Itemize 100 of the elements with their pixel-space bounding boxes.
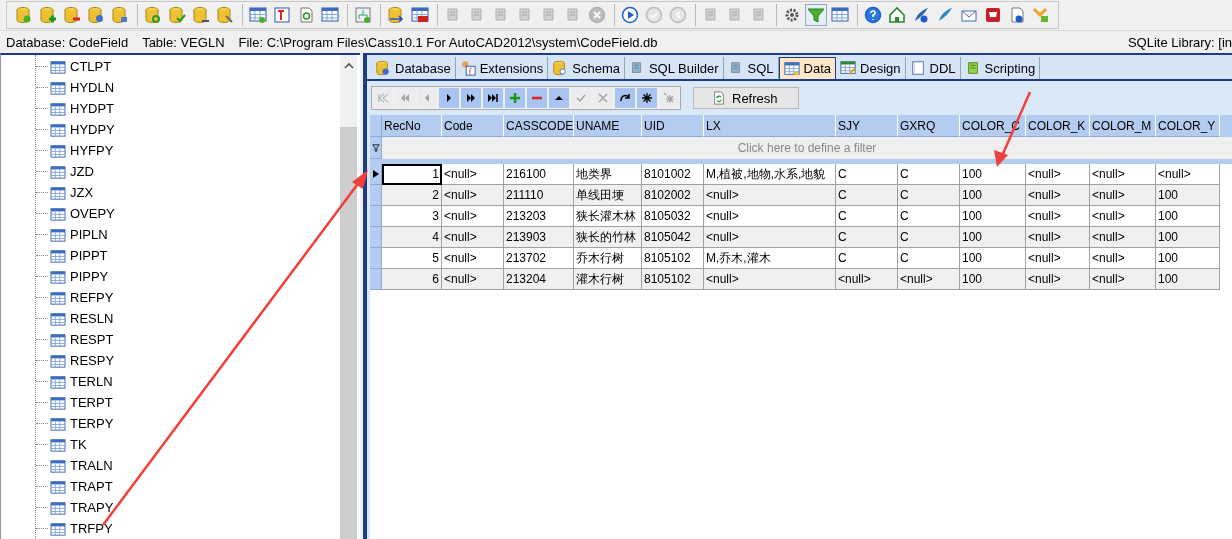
table-cell: 100	[960, 269, 1026, 290]
navigator-button[interactable]	[637, 88, 657, 108]
navigator-button[interactable]	[549, 88, 569, 108]
table-cell: <null>	[704, 185, 836, 206]
table-icon	[50, 332, 66, 347]
feather-icon	[936, 6, 954, 24]
table-cell: C	[898, 227, 960, 248]
table-icon	[411, 6, 429, 24]
tree-item[interactable]: PIPPT	[70, 248, 108, 263]
tab-icon	[459, 60, 476, 76]
table-icon	[50, 206, 66, 221]
tab[interactable]: DDL	[905, 57, 961, 79]
table-cell: 1	[382, 164, 442, 185]
table-cell: <null>	[442, 185, 504, 206]
toolbar-button[interactable]	[805, 4, 827, 26]
table-cell: <null>	[1090, 185, 1156, 206]
settings-icon	[783, 6, 801, 24]
tree-item[interactable]: TRALN	[70, 458, 113, 473]
table-cell: <null>	[1090, 269, 1156, 290]
tree-item[interactable]: RESLN	[70, 311, 114, 326]
tab-icon	[909, 60, 926, 76]
tree-item[interactable]: JZX	[70, 185, 94, 200]
tab-icon	[552, 60, 569, 76]
table-cell: <null>	[1026, 227, 1090, 248]
row-indicator[interactable]	[370, 164, 382, 185]
database-icon	[387, 6, 405, 24]
table-cell: <null>	[442, 269, 504, 290]
table-cell: C	[898, 185, 960, 206]
tab[interactable]: SQL Builder	[624, 57, 724, 79]
tab[interactable]: SQL	[723, 57, 779, 79]
tab[interactable]: Database	[371, 57, 456, 79]
navigator-button[interactable]	[615, 88, 635, 108]
toolbar-button[interactable]	[190, 4, 212, 26]
tab[interactable]: Design	[836, 57, 906, 79]
table-icon	[50, 122, 66, 137]
tree-item[interactable]: PIPPY	[70, 269, 109, 284]
table-icon	[50, 458, 66, 473]
navigator-button[interactable]	[461, 88, 481, 108]
tab[interactable]: Data	[778, 57, 837, 79]
first-icon	[377, 92, 389, 104]
filter-icon	[371, 142, 380, 153]
table-icon	[831, 6, 849, 24]
redo-icon	[619, 92, 631, 104]
table-cell: C	[836, 185, 898, 206]
table-cell: <null>	[704, 227, 836, 248]
tree-item[interactable]: JZD	[70, 164, 94, 179]
cancel-icon	[597, 92, 609, 104]
tab[interactable]: Extensions	[455, 57, 549, 79]
refresh-button[interactable]: Refresh	[693, 87, 799, 109]
tab[interactable]: Schema	[548, 57, 625, 79]
tree-item[interactable]: HYDLN	[70, 80, 115, 95]
tree-item[interactable]: TERLN	[70, 374, 113, 389]
table-icon	[50, 59, 66, 74]
tree-item[interactable]: TRAPY	[70, 500, 114, 515]
tree-item[interactable]: HYDPT	[70, 101, 115, 116]
tree-item[interactable]: RESPY	[70, 353, 115, 368]
navigator-button[interactable]	[439, 88, 459, 108]
table-icon	[50, 521, 66, 536]
table-cell: 6	[382, 269, 442, 290]
help-icon	[864, 6, 882, 24]
tree-item[interactable]: RESPT	[70, 332, 114, 347]
navigator-button[interactable]	[483, 88, 503, 108]
toolbar-button[interactable]	[37, 4, 59, 26]
tree-item[interactable]: PIPLN	[70, 227, 108, 242]
back-icon	[669, 6, 687, 24]
tree-item[interactable]: TRAPT	[70, 479, 113, 494]
toolbar-button[interactable]	[166, 4, 188, 26]
tree-item[interactable]: CTLPT	[70, 59, 112, 74]
toolbar-button[interactable]	[61, 4, 83, 26]
tree-item[interactable]: TERPY	[70, 416, 114, 431]
last-icon	[487, 92, 499, 104]
toolbar-button[interactable]	[619, 4, 641, 26]
toolbar-button[interactable]	[247, 4, 269, 26]
table-cell: 灌木行树	[574, 269, 642, 290]
table-icon	[50, 374, 66, 389]
table-icon	[50, 437, 66, 452]
home-icon	[888, 6, 906, 24]
table-cell: C	[836, 227, 898, 248]
tree-item[interactable]: TRFPY	[70, 521, 113, 536]
toolbar-button[interactable]	[271, 4, 293, 26]
table-cell: <null>	[836, 269, 898, 290]
tree-item[interactable]: REFPY	[70, 290, 114, 305]
tree-icon	[354, 6, 372, 24]
table-icon	[50, 80, 66, 95]
tree-item[interactable]: HYFPY	[70, 143, 114, 158]
table-cell: <null>	[1026, 269, 1090, 290]
tree-item[interactable]: TERPT	[70, 395, 113, 410]
table-cell: <null>	[898, 269, 960, 290]
table-icon	[50, 185, 66, 200]
database-icon	[144, 6, 162, 24]
table-icon	[50, 353, 66, 368]
tree-item[interactable]: TK	[70, 437, 87, 452]
tree-item[interactable]: HYDPY	[70, 122, 115, 137]
check-icon	[645, 6, 663, 24]
table-icon	[50, 164, 66, 179]
tree-item[interactable]: OVEPY	[70, 206, 115, 221]
tab[interactable]: Scripting	[960, 57, 1041, 79]
table-cell: 100	[960, 227, 1026, 248]
toolbar-button[interactable]	[886, 4, 908, 26]
toolbar-button[interactable]	[862, 4, 884, 26]
